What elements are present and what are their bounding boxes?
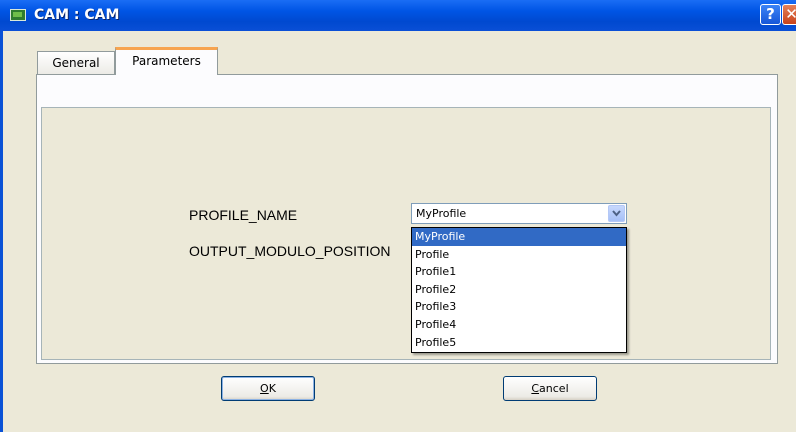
- tab-general[interactable]: General: [37, 51, 115, 74]
- parameters-frame: [41, 107, 771, 360]
- window-title: CAM : CAM: [34, 7, 120, 23]
- profile-name-combobox[interactable]: MyProfile: [411, 203, 627, 224]
- dropdown-option-profile5[interactable]: Profile5: [412, 334, 626, 352]
- chevron-down-icon: [612, 210, 621, 217]
- ok-button-label: OK: [260, 382, 276, 395]
- help-button[interactable]: ?: [760, 4, 781, 25]
- dropdown-option-myprofile[interactable]: MyProfile: [412, 228, 626, 246]
- dropdown-option-profile1[interactable]: Profile1: [412, 263, 626, 281]
- dropdown-arrow-button[interactable]: [608, 205, 625, 222]
- tab-general-label: General: [52, 56, 100, 70]
- output-modulo-position-label: OUTPUT_MODULO_POSITION: [189, 243, 391, 259]
- close-button[interactable]: ✕: [782, 4, 796, 25]
- title-bar[interactable]: CAM : CAM ? ✕: [0, 0, 796, 31]
- ok-button[interactable]: OK: [221, 376, 315, 401]
- app-icon: [10, 9, 26, 21]
- profile-name-label: PROFILE_NAME: [189, 207, 298, 223]
- dropdown-option-profile3[interactable]: Profile3: [412, 298, 626, 316]
- profile-name-value: MyProfile: [416, 207, 467, 220]
- dropdown-option-profile2[interactable]: Profile2: [412, 281, 626, 299]
- profile-dropdown-list[interactable]: MyProfile Profile Profile1 Profile2 Prof…: [411, 227, 627, 353]
- tab-parameters[interactable]: Parameters: [115, 47, 218, 75]
- tab-parameters-label: Parameters: [132, 54, 201, 68]
- cancel-button[interactable]: Cancel: [503, 376, 597, 401]
- dropdown-option-profile[interactable]: Profile: [412, 246, 626, 264]
- cancel-button-label: Cancel: [531, 382, 569, 395]
- dropdown-option-profile4[interactable]: Profile4: [412, 316, 626, 334]
